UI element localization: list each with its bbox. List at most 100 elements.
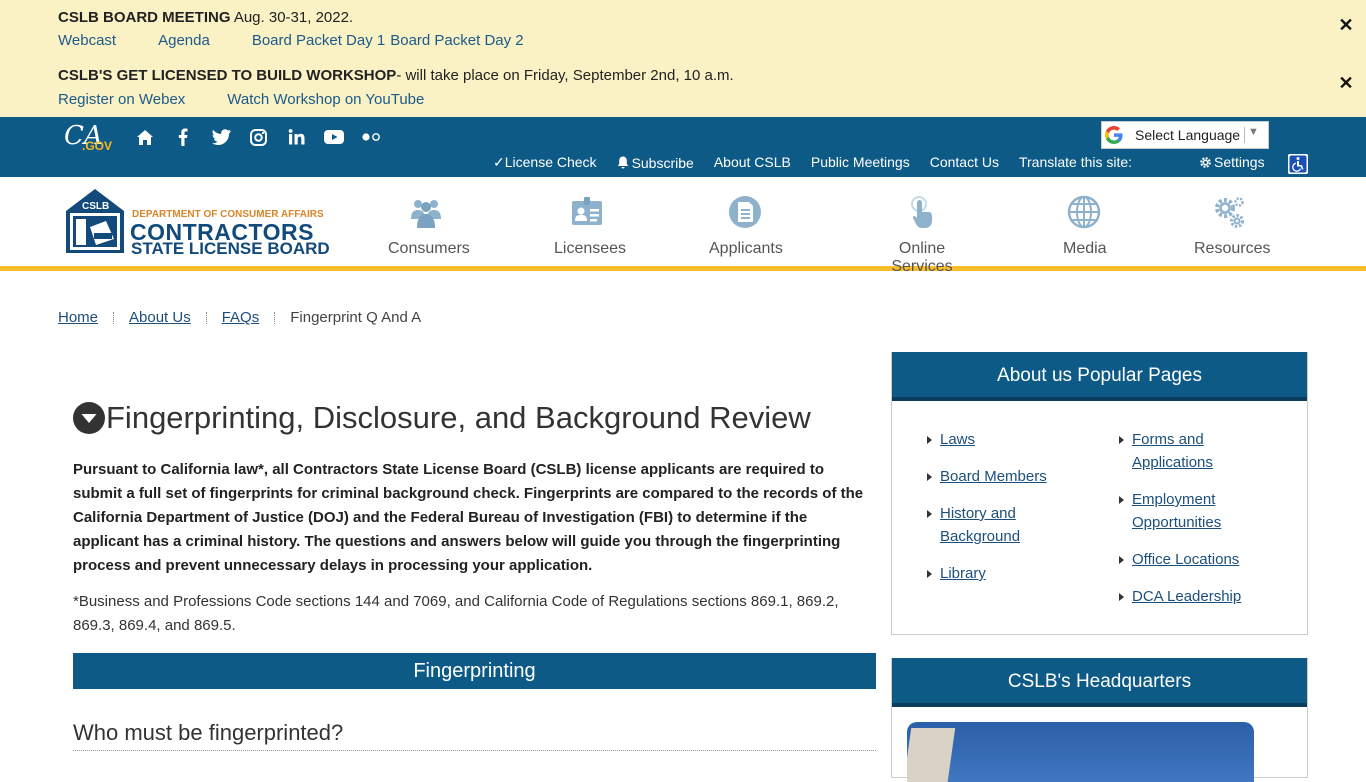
caret-right-icon	[1119, 556, 1124, 564]
headquarters-building	[907, 728, 956, 782]
page-title-row: Fingerprinting, Disclosure, and Backgrou…	[73, 400, 811, 436]
nav-resources-label: Resources	[1194, 240, 1271, 257]
popular-link-laws[interactable]: Laws	[927, 428, 1097, 451]
breadcrumb-separator	[113, 311, 115, 324]
utility-links: ✓License Check Subscribe About CSLB Publ…	[493, 154, 1152, 171]
alert-2-links: Register on Webex Watch Workshop on YouTu…	[58, 91, 466, 108]
twitter-icon[interactable]	[211, 127, 231, 147]
popular-link-board-members[interactable]: Board Members	[927, 465, 1097, 488]
nav-media-label: Media	[1063, 240, 1107, 257]
popular-link-library[interactable]: Library	[927, 562, 1097, 585]
alert-2-text: CSLB'S GET LICENSED TO BUILD WORKSHOP- w…	[58, 67, 734, 84]
subscribe-link[interactable]: Subscribe	[617, 154, 694, 171]
accessibility-icon[interactable]	[1288, 154, 1308, 174]
instagram-icon[interactable]	[249, 127, 267, 147]
section-heading-fingerprinting: Fingerprinting	[73, 653, 876, 689]
popular-pages-title: About us Popular Pages	[892, 352, 1307, 401]
nav-media[interactable]: Media	[1063, 195, 1107, 258]
home-icon[interactable]	[136, 127, 154, 147]
facebook-icon[interactable]	[176, 127, 190, 147]
popular-pages-left: Laws Board Members History and Backgroun…	[927, 428, 1097, 585]
chevron-down-icon: ▼	[1248, 126, 1259, 138]
nav-licensees[interactable]: Licensees	[554, 195, 626, 258]
nav-applicants[interactable]: Applicants	[709, 195, 783, 258]
popular-link-label: DCA Leadership	[1132, 588, 1242, 605]
people-icon	[411, 200, 441, 228]
headquarters-title: CSLB's Headquarters	[892, 658, 1307, 707]
popular-link-dca-leadership[interactable]: DCA Leadership	[1119, 585, 1289, 608]
agenda-link[interactable]: Agenda	[158, 32, 210, 49]
popular-link-label: Employment Opportunities	[1132, 491, 1222, 531]
caret-right-icon	[927, 436, 932, 444]
headquarters-photo[interactable]	[907, 722, 1254, 782]
close-alert-2-icon[interactable]: ✕	[1338, 74, 1354, 92]
register-webex-link[interactable]: Register on Webex	[58, 91, 185, 108]
close-alert-1-icon[interactable]: ✕	[1338, 16, 1354, 34]
gears-icon	[1215, 197, 1244, 228]
breadcrumb-home[interactable]: Home	[58, 309, 98, 326]
gear-icon	[1200, 156, 1211, 168]
language-select[interactable]: Select Language ▼	[1101, 121, 1269, 149]
about-cslb-link[interactable]: About CSLB	[714, 154, 791, 171]
subscribe-label: Subscribe	[631, 154, 694, 171]
popular-link-label: Forms and Applications	[1132, 431, 1213, 471]
caret-right-icon	[1119, 593, 1124, 601]
settings-label: Settings	[1214, 154, 1265, 170]
ca-gov-logo[interactable]: CA .GOV	[62, 121, 112, 155]
board-packet-day1-link[interactable]: Board Packet Day 1	[252, 32, 385, 49]
board-packet-day2-link[interactable]: Board Packet Day 2	[390, 32, 523, 49]
alert-1-links: Webcast Agenda Board Packet Day 1 Board Pac…	[58, 32, 566, 49]
cslb-logo[interactable]: CSLB DEPARTMENT OF CONSUMER AFFAIRS CONT…	[66, 189, 331, 258]
popular-pages-right: Forms and Applications Employment Opport…	[1119, 428, 1289, 608]
collapse-toggle[interactable]	[73, 402, 105, 434]
logo-board-text: STATE LICENSE BOARD	[131, 239, 330, 258]
site-header: CSLB DEPARTMENT OF CONSUMER AFFAIRS CONT…	[0, 177, 1366, 275]
youtube-icon[interactable]	[323, 127, 345, 147]
popular-pages-panel: About us Popular Pages Laws Board Member…	[891, 352, 1308, 635]
breadcrumb-current: Fingerprint Q And A	[290, 309, 422, 326]
breadcrumb-separator	[274, 311, 276, 324]
contact-us-link[interactable]: Contact Us	[930, 154, 999, 171]
license-check-link[interactable]: ✓License Check	[493, 154, 597, 171]
alert-1-body: Aug. 30-31, 2022.	[230, 9, 354, 26]
alert-2-title: CSLB'S GET LICENSED TO BUILD WORKSHOP	[58, 67, 397, 84]
linkedin-icon[interactable]	[287, 127, 305, 147]
popular-link-employment[interactable]: Employment Opportunities	[1119, 488, 1239, 534]
breadcrumb-about-us[interactable]: About Us	[129, 309, 191, 326]
public-meetings-link[interactable]: Public Meetings	[811, 154, 910, 171]
caret-right-icon	[1119, 496, 1124, 504]
flickr-icon[interactable]	[361, 127, 381, 147]
nav-resources[interactable]: Resources	[1194, 195, 1271, 258]
nav-consumers[interactable]: Consumers	[388, 195, 470, 258]
gov-logo-text: .GOV	[82, 139, 113, 153]
breadcrumb: Home About Us FAQs Fingerprint Q And A	[58, 309, 421, 326]
alert-1-text: CSLB BOARD MEETING Aug. 30-31, 2022.	[58, 9, 353, 26]
globe-icon	[1067, 195, 1101, 229]
popular-link-label: Laws	[940, 431, 976, 448]
nav-online-services-label: Online Services	[891, 240, 953, 275]
nav-consumers-label: Consumers	[388, 240, 470, 257]
cslb-seal-icon	[66, 189, 124, 253]
watch-youtube-link[interactable]: Watch Workshop on YouTube	[227, 91, 424, 108]
breadcrumb-faqs[interactable]: FAQs	[222, 309, 260, 326]
settings-link[interactable]: Settings	[1199, 154, 1265, 170]
caret-right-icon	[927, 510, 932, 518]
caret-down-icon	[81, 414, 97, 423]
page-title: Fingerprinting, Disclosure, and Backgrou…	[106, 400, 811, 435]
intro-paragraph: Pursuant to California law*, all Contrac…	[73, 461, 864, 574]
id-card-icon	[572, 197, 602, 225]
popular-link-office-locations[interactable]: Office Locations	[1119, 548, 1289, 571]
popular-link-forms[interactable]: Forms and Applications	[1119, 428, 1229, 474]
popular-link-history[interactable]: History and Background	[927, 502, 1047, 548]
bell-icon	[617, 156, 628, 169]
popular-link-label: Office Locations	[1132, 551, 1240, 568]
logo-badge-text: CSLB	[82, 201, 110, 212]
webcast-link[interactable]: Webcast	[58, 32, 116, 49]
nav-online-services[interactable]: Online Services	[870, 195, 974, 276]
alert-2-body: - will take place on Friday, September 2…	[396, 67, 734, 84]
alert-banner: CSLB BOARD MEETING Aug. 30-31, 2022. Web…	[0, 0, 1366, 117]
hand-pointer-icon	[911, 196, 932, 228]
faq-question[interactable]: Who must be fingerprinted?	[73, 720, 876, 751]
document-icon	[729, 196, 761, 228]
caret-right-icon	[927, 473, 932, 481]
